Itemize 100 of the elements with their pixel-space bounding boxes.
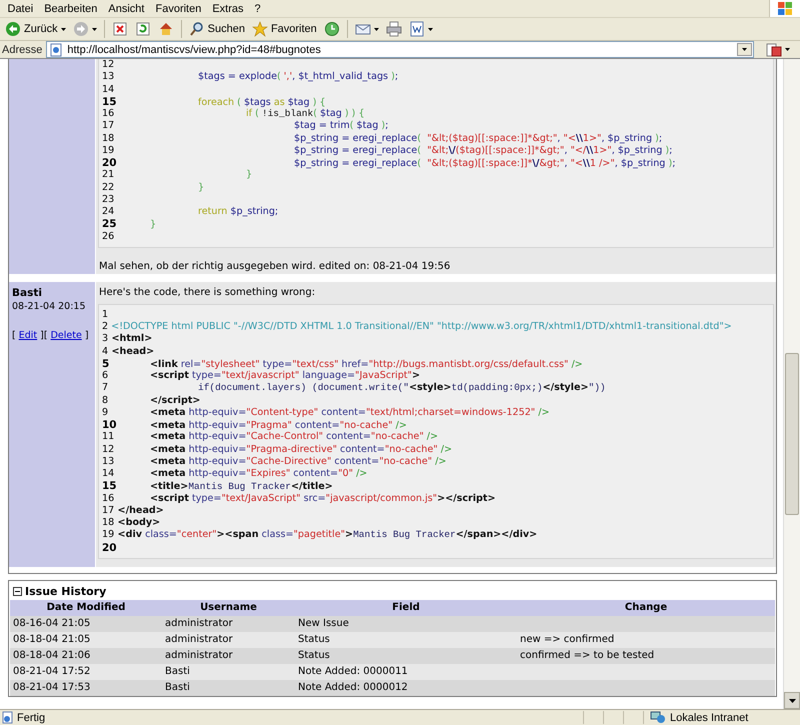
line-number: 26 [102, 230, 114, 242]
caret-icon [742, 48, 747, 51]
code-text: <!DOCTYPE html PUBLIC "-//W3C//DTD XHTML 1.0 Transitional//EN" "http://www.w3.org/TR/xhtml1/DTD/xhtml1-transitional.dtd"> [110, 321, 732, 332]
code-text: <div class="center"><span class="pagetitle">Mantis Bug Tracker</span></div> [116, 529, 538, 540]
line-number: 19 [102, 144, 114, 156]
line-number: 4 [102, 346, 108, 356]
table-cell: New Issue [295, 616, 517, 632]
code-text: <link rel="stylesheet" type="text/css" href="http://bugs.mantisbt.org/css/default.css" /> [149, 358, 583, 370]
search-button[interactable]: Suchen [186, 18, 248, 40]
code-text: } [245, 169, 252, 180]
line-number: 10 [102, 419, 117, 431]
page-icon [49, 42, 64, 56]
code-text: return $p_string; [197, 206, 278, 217]
line-number: 12 [102, 59, 114, 70]
code-text: <script type="text/javascript" language="JavaScript"> [149, 370, 420, 381]
table-cell: Note Added: 0000011 [295, 664, 517, 680]
table-cell: new => confirmed [517, 632, 775, 648]
table-cell: administrator [162, 648, 295, 664]
bracket-text: ] [84, 330, 89, 341]
caret-icon [374, 28, 379, 30]
line-number: 13 [102, 456, 114, 467]
scrollbar-thumb[interactable] [785, 353, 799, 515]
dropdown-button[interactable] [737, 43, 752, 56]
code-text: <meta http-equiv="Pragma" content="no-cache" /> [149, 420, 407, 431]
table-cell: 08-21-04 17:52 [10, 664, 162, 680]
line-number: 25 [102, 218, 117, 230]
menu-item[interactable]: ? [249, 2, 266, 14]
document-icon [408, 21, 425, 37]
menu-item[interactable]: Extras [206, 2, 250, 14]
line-number: 3 [102, 333, 108, 344]
line-number: 13 [102, 71, 114, 82]
line-number: 9 [102, 406, 108, 418]
network-icon [650, 711, 666, 724]
caret-icon [785, 48, 790, 51]
code-text: $p_string = eregi_replace( "&lt;($tag)[[:space:]]*&gt;", "<\\1>", $p_string ); [293, 132, 662, 144]
arrow-down-icon [788, 698, 796, 702]
line-number: 2 [102, 321, 108, 332]
line-number: 18 [102, 132, 114, 144]
menu-item[interactable]: Favoriten [150, 2, 207, 14]
line-number: 15 [102, 480, 117, 492]
status-text: Fertig [17, 712, 46, 724]
line-number: 21 [102, 169, 114, 180]
line-number: 18 [102, 517, 114, 528]
table-cell: 08-16-04 21:05 [10, 616, 162, 632]
column-header: Username [162, 600, 295, 616]
code-text: <head> [110, 346, 154, 356]
scrollbar[interactable] [783, 59, 800, 709]
page-icon [2, 711, 14, 724]
line-number: 1 [102, 308, 108, 320]
table-cell: administrator [162, 616, 295, 632]
table-cell: Status [295, 632, 517, 648]
line-number: 8 [102, 394, 108, 406]
table-cell: Basti [162, 680, 295, 696]
address-label: Adresse [2, 44, 42, 56]
favorites-button[interactable]: Favoriten [248, 18, 320, 40]
table-cell: 08-18-04 21:05 [10, 632, 162, 648]
menu-item[interactable]: Bearbeiten [38, 2, 103, 14]
code-text: </head> [116, 504, 164, 516]
caret-icon [92, 28, 97, 30]
line-number: 12 [102, 444, 114, 454]
note-action-link[interactable]: Delete [50, 330, 82, 341]
line-number: 14 [102, 84, 114, 94]
line-number: 17 [102, 120, 114, 132]
line-number: 5 [102, 358, 110, 370]
note-author: Basti [12, 286, 43, 299]
caret-icon [428, 28, 433, 30]
code-text: <body> [116, 517, 160, 528]
address-field[interactable]: http://localhost/mantiscvs/view.php?id=48#bugnotes [46, 41, 754, 58]
table-cell: 08-21-04 17:53 [10, 680, 162, 696]
code-text: } [197, 182, 204, 192]
note-text: Here's the code, there is something wrong: [99, 286, 316, 298]
table-cell: Basti [162, 664, 295, 680]
line-number: 6 [102, 370, 108, 381]
code-text: <meta http-equiv="Pragma-directive" content="no-cache" /> [149, 444, 452, 454]
code-text: <meta http-equiv="Expires" content="0" /> [149, 468, 368, 479]
menu-item[interactable]: Ansicht [102, 2, 150, 14]
scroll-down-button[interactable] [784, 692, 800, 709]
menu-item[interactable]: Datei [2, 2, 39, 14]
code-text: $tag = trim( $tag ); [293, 120, 388, 132]
table-cell: administrator [162, 632, 295, 648]
line-number: 15 [102, 96, 117, 108]
code-text: <meta http-equiv="Cache-Directive" content="no-cache" /> [149, 456, 446, 467]
back-button[interactable]: Zurück [2, 18, 69, 40]
line-number: 7 [102, 382, 108, 394]
column-header: Change [517, 600, 775, 616]
note-date: 08-21-04 20:15 [12, 300, 87, 312]
code-text: <html> [110, 333, 152, 344]
section-title: Issue History [25, 584, 106, 598]
line-number: 20 [102, 157, 117, 169]
column-header: Date Modified [10, 600, 162, 616]
collapse-icon[interactable] [13, 586, 22, 596]
code-text: } [149, 219, 156, 230]
line-number: 14 [102, 468, 114, 479]
refresh-icon [134, 21, 151, 37]
note-action-link[interactable]: Edit [18, 330, 38, 341]
line-number: 16 [102, 492, 114, 504]
code-text: <script type="text/JavaScript" src="javascript/common.js"></script> [149, 492, 496, 504]
printer-icon [386, 21, 402, 37]
table-cell: 08-18-04 21:06 [10, 648, 162, 664]
code-text: if(document.layers) (document.write("<style>td(padding:0px;)</style>")) [197, 382, 606, 394]
